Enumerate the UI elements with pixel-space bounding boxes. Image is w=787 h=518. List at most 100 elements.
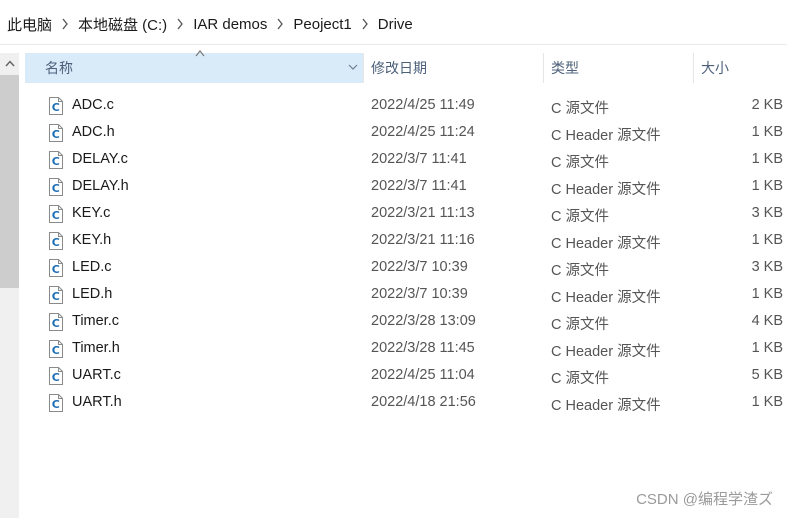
file-row[interactable]: C Timer.h 2022/3/28 11:45 C Header 源文件 1… (25, 335, 787, 362)
file-name: DELAY.h (72, 178, 129, 194)
c-source-file-icon: C (49, 394, 63, 412)
file-row[interactable]: C ADC.h 2022/4/25 11:24 C Header 源文件 1 K… (25, 119, 787, 146)
file-name: KEY.h (72, 232, 112, 248)
file-name: Timer.h (72, 340, 120, 356)
file-size: 3 KB (751, 259, 783, 275)
c-source-file-icon: C (49, 151, 63, 169)
column-header-date[interactable]: 修改日期 (363, 53, 543, 83)
file-size: 1 KB (751, 151, 783, 167)
file-size: 2 KB (751, 97, 783, 113)
column-header-name-label: 名称 (45, 60, 73, 76)
breadcrumb-item-drive[interactable]: Drive (378, 14, 413, 35)
file-date: 2022/3/28 13:09 (371, 313, 476, 329)
file-type: C 源文件 (551, 209, 609, 225)
svg-text:C: C (52, 236, 60, 249)
svg-text:C: C (52, 371, 60, 384)
c-source-file-icon: C (49, 232, 63, 250)
column-header-size-label: 大小 (701, 60, 729, 76)
file-size: 1 KB (751, 394, 783, 410)
breadcrumb-item-local-disk[interactable]: 本地磁盘 (C:) (78, 12, 167, 37)
breadcrumb-item-this-pc[interactable]: 此电脑 (7, 12, 52, 37)
file-type: C 源文件 (551, 101, 609, 117)
c-source-file-icon: C (49, 286, 63, 304)
chevron-right-icon[interactable] (52, 0, 78, 48)
file-size: 1 KB (751, 178, 783, 194)
sort-ascending-icon (195, 50, 205, 57)
file-date: 2022/4/25 11:04 (371, 367, 475, 383)
file-size: 1 KB (751, 124, 783, 140)
file-type: C Header 源文件 (551, 290, 661, 306)
file-row[interactable]: C LED.c 2022/3/7 10:39 C 源文件 3 KB (25, 254, 787, 281)
file-name: KEY.c (72, 205, 111, 221)
file-row[interactable]: C DELAY.c 2022/3/7 11:41 C 源文件 1 KB (25, 146, 787, 173)
file-name: DELAY.c (72, 151, 128, 167)
file-type: C 源文件 (551, 155, 609, 171)
breadcrumb-item-iar-demos[interactable]: IAR demos (193, 14, 267, 35)
svg-text:C: C (52, 101, 60, 114)
svg-text:C: C (52, 344, 60, 357)
c-source-file-icon: C (49, 340, 63, 358)
file-type: C Header 源文件 (551, 182, 661, 198)
breadcrumb-divider (0, 44, 787, 45)
chevron-right-icon[interactable] (267, 0, 293, 48)
file-date: 2022/3/7 11:41 (371, 178, 467, 194)
watermark: CSDN @编程学渣ズ (636, 491, 773, 508)
chevron-right-icon[interactable] (167, 0, 193, 48)
file-row[interactable]: C UART.h 2022/4/18 21:56 C Header 源文件 1 … (25, 389, 787, 416)
file-name: LED.h (72, 286, 113, 302)
scrollbar-thumb[interactable] (0, 75, 19, 288)
svg-text:C: C (52, 182, 60, 195)
file-row[interactable]: C DELAY.h 2022/3/7 11:41 C Header 源文件 1 … (25, 173, 787, 200)
file-date: 2022/4/25 11:24 (371, 124, 475, 140)
file-row[interactable]: C LED.h 2022/3/7 10:39 C Header 源文件 1 KB (25, 281, 787, 308)
file-row[interactable]: C KEY.c 2022/3/21 11:13 C 源文件 3 KB (25, 200, 787, 227)
chevron-right-icon[interactable] (352, 0, 378, 48)
file-size: 1 KB (751, 340, 783, 356)
file-type: C 源文件 (551, 263, 609, 279)
c-source-file-icon: C (49, 178, 63, 196)
breadcrumb-item-project[interactable]: Peoject1 (293, 14, 351, 35)
column-header-size[interactable]: 大小 (693, 53, 787, 83)
column-header-type-label: 类型 (551, 60, 579, 76)
file-type: C 源文件 (551, 371, 609, 387)
file-row[interactable]: C Timer.c 2022/3/28 13:09 C 源文件 4 KB (25, 308, 787, 335)
file-type: C Header 源文件 (551, 344, 661, 360)
c-source-file-icon: C (49, 124, 63, 142)
c-source-file-icon: C (49, 205, 63, 223)
file-name: ADC.c (72, 97, 114, 113)
file-row[interactable]: C UART.c 2022/4/25 11:04 C 源文件 5 KB (25, 362, 787, 389)
file-name: LED.c (72, 259, 112, 275)
file-size: 1 KB (751, 232, 783, 248)
c-source-file-icon: C (49, 259, 63, 277)
c-source-file-icon: C (49, 97, 63, 115)
svg-text:C: C (52, 263, 60, 276)
file-date: 2022/4/25 11:49 (371, 97, 475, 113)
file-name: UART.h (72, 394, 122, 410)
column-header-type[interactable]: 类型 (543, 53, 693, 83)
file-size: 4 KB (751, 313, 783, 329)
c-source-file-icon: C (49, 367, 63, 385)
file-type: C Header 源文件 (551, 128, 661, 144)
vertical-scrollbar[interactable] (0, 53, 19, 518)
file-name: UART.c (72, 367, 121, 383)
svg-text:C: C (52, 128, 60, 141)
chevron-down-icon[interactable] (347, 61, 359, 73)
file-date: 2022/3/7 11:41 (371, 151, 467, 167)
file-size: 3 KB (751, 205, 783, 221)
svg-text:C: C (52, 317, 60, 330)
file-list: C ADC.c 2022/4/25 11:49 C 源文件 2 KB C ADC… (25, 92, 787, 416)
file-date: 2022/3/28 11:45 (371, 340, 475, 356)
file-row[interactable]: C KEY.h 2022/3/21 11:16 C Header 源文件 1 K… (25, 227, 787, 254)
file-date: 2022/4/18 21:56 (371, 394, 476, 410)
file-date: 2022/3/7 10:39 (371, 259, 468, 275)
svg-text:C: C (52, 209, 60, 222)
c-source-file-icon: C (49, 313, 63, 331)
file-row[interactable]: C ADC.c 2022/4/25 11:49 C 源文件 2 KB (25, 92, 787, 119)
file-type: C 源文件 (551, 317, 609, 333)
file-size: 1 KB (751, 286, 783, 302)
file-date: 2022/3/21 11:13 (371, 205, 475, 221)
scroll-up-icon[interactable] (0, 53, 19, 73)
file-date: 2022/3/21 11:16 (371, 232, 475, 248)
file-type: C Header 源文件 (551, 398, 661, 414)
svg-text:C: C (52, 155, 60, 168)
